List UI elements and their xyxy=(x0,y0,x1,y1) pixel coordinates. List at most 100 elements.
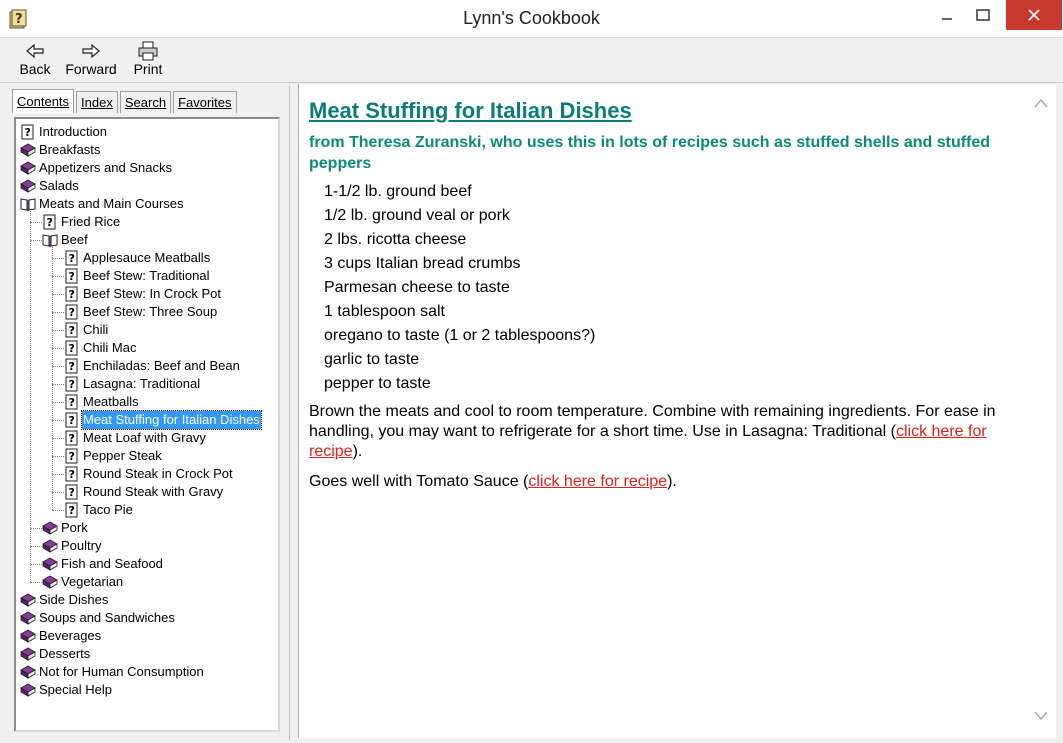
svg-text:?: ? xyxy=(69,360,75,373)
printer-icon xyxy=(138,41,158,61)
tree-item[interactable]: ? Enchiladas: Beef and Bean xyxy=(18,357,278,375)
closed-book-icon xyxy=(20,592,36,608)
tree-item[interactable]: ? Meatballs xyxy=(18,393,278,411)
tree-item[interactable]: Pork xyxy=(18,519,278,537)
closed-book-icon xyxy=(42,520,58,536)
tree-item[interactable]: ? Round Steak with Gravy xyxy=(18,483,278,501)
tree-item-label: Salads xyxy=(39,178,79,193)
tree-item-label: Poultry xyxy=(61,538,102,553)
tree-item[interactable]: Fish and Seafood xyxy=(18,555,278,573)
closed-book-icon xyxy=(20,178,36,194)
ingredient-item: Parmesan cheese to taste xyxy=(324,279,510,296)
tree-item[interactable]: Vegetarian xyxy=(18,573,278,591)
print-label: Print xyxy=(133,61,163,77)
help-topic-icon: ? xyxy=(64,304,80,320)
back-button[interactable]: Back xyxy=(16,41,54,81)
tree-item[interactable]: Poultry xyxy=(18,537,278,555)
tree-item[interactable]: ? Fried Rice xyxy=(18,213,278,231)
tree-connector xyxy=(52,294,64,295)
svg-text:?: ? xyxy=(69,378,75,391)
tree-item-label: Round Steak with Gravy xyxy=(83,484,224,499)
forward-button[interactable]: Forward xyxy=(64,41,118,81)
tab-index[interactable]: Index xyxy=(76,91,118,113)
closed-book-icon xyxy=(20,628,36,644)
tree-connector xyxy=(52,456,64,457)
tab-favorites[interactable]: Favorites xyxy=(173,91,237,113)
scroll-down-arrow[interactable] xyxy=(1034,709,1048,724)
tree-item[interactable]: Meats and Main Courses xyxy=(18,195,278,213)
tree-item[interactable]: Beef xyxy=(18,231,278,249)
tree-connector xyxy=(52,492,64,493)
help-topic-icon: ? xyxy=(64,466,80,482)
tree-item[interactable]: ? Taco Pie xyxy=(18,501,278,519)
ingredient-item: oregano to taste (1 or 2 tablespoons?) xyxy=(324,327,596,344)
ingredient-item: 1/2 lb. ground veal or pork xyxy=(324,207,510,224)
tree-item-label: Meatballs xyxy=(83,394,139,409)
tree-item-label: Meat Stuffing for Italian Dishes xyxy=(81,410,262,430)
tree-item[interactable]: ? Round Steak in Crock Pot xyxy=(18,465,278,483)
tree-item-label: Fried Rice xyxy=(61,214,121,229)
tree-item-label: Fish and Seafood xyxy=(61,556,163,571)
tree-item-label: Chili Mac xyxy=(83,340,137,355)
page-title: Meat Stuffing for Italian Dishes xyxy=(309,98,632,123)
scroll-up-arrow[interactable] xyxy=(1034,96,1048,111)
tree-connector xyxy=(30,222,42,223)
tree-item[interactable]: ? Beef Stew: Three Soup xyxy=(18,303,278,321)
tree-item-label: Beef Stew: In Crock Pot xyxy=(83,286,222,301)
close-button[interactable] xyxy=(1006,0,1062,30)
open-book-icon xyxy=(42,232,58,248)
ingredient-item: 1-1/2 lb. ground beef xyxy=(324,183,472,200)
help-topic-icon: ? xyxy=(64,412,80,428)
tab-contents[interactable]: Contents xyxy=(12,89,75,113)
tree-item[interactable]: ? Beef Stew: Traditional xyxy=(18,267,278,285)
tree-item[interactable]: ? Lasagna: Traditional xyxy=(18,375,278,393)
tree-item[interactable]: ? Chili xyxy=(18,321,278,339)
svg-text:?: ? xyxy=(69,486,75,499)
tree-connector xyxy=(30,582,42,583)
closed-book-icon xyxy=(20,610,36,626)
recipe-source: from Theresa Zuranski, who uses this in … xyxy=(309,134,991,172)
tree-item[interactable]: Side Dishes xyxy=(18,591,278,609)
closed-book-icon xyxy=(20,142,36,158)
tree-item[interactable]: ? Introduction xyxy=(18,123,278,141)
tree-item-label: Pepper Steak xyxy=(83,448,162,463)
tree-item[interactable]: ? Meat Loaf with Gravy xyxy=(18,429,278,447)
tree-item[interactable]: ? Applesauce Meatballs xyxy=(18,249,278,267)
tree-item[interactable]: Beverages xyxy=(18,627,278,645)
tree-item-label: Soups and Sandwiches xyxy=(39,610,175,625)
help-topic-icon: ? xyxy=(64,376,80,392)
help-topic-icon: ? xyxy=(64,322,80,338)
tree-item[interactable]: ? Meat Stuffing for Italian Dishes xyxy=(18,410,278,430)
tree-connector xyxy=(52,247,53,510)
title-bar: ? Lynn's Cookbook xyxy=(0,0,1063,38)
help-topic-icon: ? xyxy=(20,124,36,140)
tab-search[interactable]: Search xyxy=(119,91,172,113)
tree-item[interactable]: Appetizers and Snacks xyxy=(18,159,278,177)
tree-item[interactable]: Desserts xyxy=(18,645,278,663)
tree-item[interactable]: ? Chili Mac xyxy=(18,339,278,357)
tree-item[interactable]: ? Beef Stew: In Crock Pot xyxy=(18,285,278,303)
tree-item[interactable]: Special Help xyxy=(18,681,278,699)
tree-item-label: Lasagna: Traditional xyxy=(83,376,201,391)
maximize-button[interactable] xyxy=(960,0,1006,30)
svg-text:?: ? xyxy=(69,432,75,445)
tree-item[interactable]: Soups and Sandwiches xyxy=(18,609,278,627)
ingredient-item: 1 tablespoon salt xyxy=(324,303,445,320)
ingredient-item: pepper to taste xyxy=(324,375,431,392)
tree-connector xyxy=(30,211,31,582)
contents-tree[interactable]: ? Introduction Breakfasts Appetizers and Sn… xyxy=(14,117,280,732)
tree-connector xyxy=(52,384,64,385)
svg-text:?: ? xyxy=(47,216,53,229)
tree-item-label: Desserts xyxy=(39,646,91,661)
tree-item[interactable]: Salads xyxy=(18,177,278,195)
tree-item-label: Introduction xyxy=(39,124,107,139)
tree-connector xyxy=(30,240,42,241)
print-button[interactable]: Print xyxy=(130,41,166,81)
tree-item[interactable]: ? Pepper Steak xyxy=(18,447,278,465)
tree-item[interactable]: Breakfasts xyxy=(18,141,278,159)
tree-item[interactable]: Not for Human Consumption xyxy=(18,663,278,681)
help-topic-icon: ? xyxy=(64,358,80,374)
tomato-sauce-recipe-link[interactable]: click here for recipe xyxy=(528,473,667,490)
tree-item-label: Pork xyxy=(61,520,88,535)
instructions-paragraph: Brown the meats and cool to room tempera… xyxy=(309,403,996,460)
